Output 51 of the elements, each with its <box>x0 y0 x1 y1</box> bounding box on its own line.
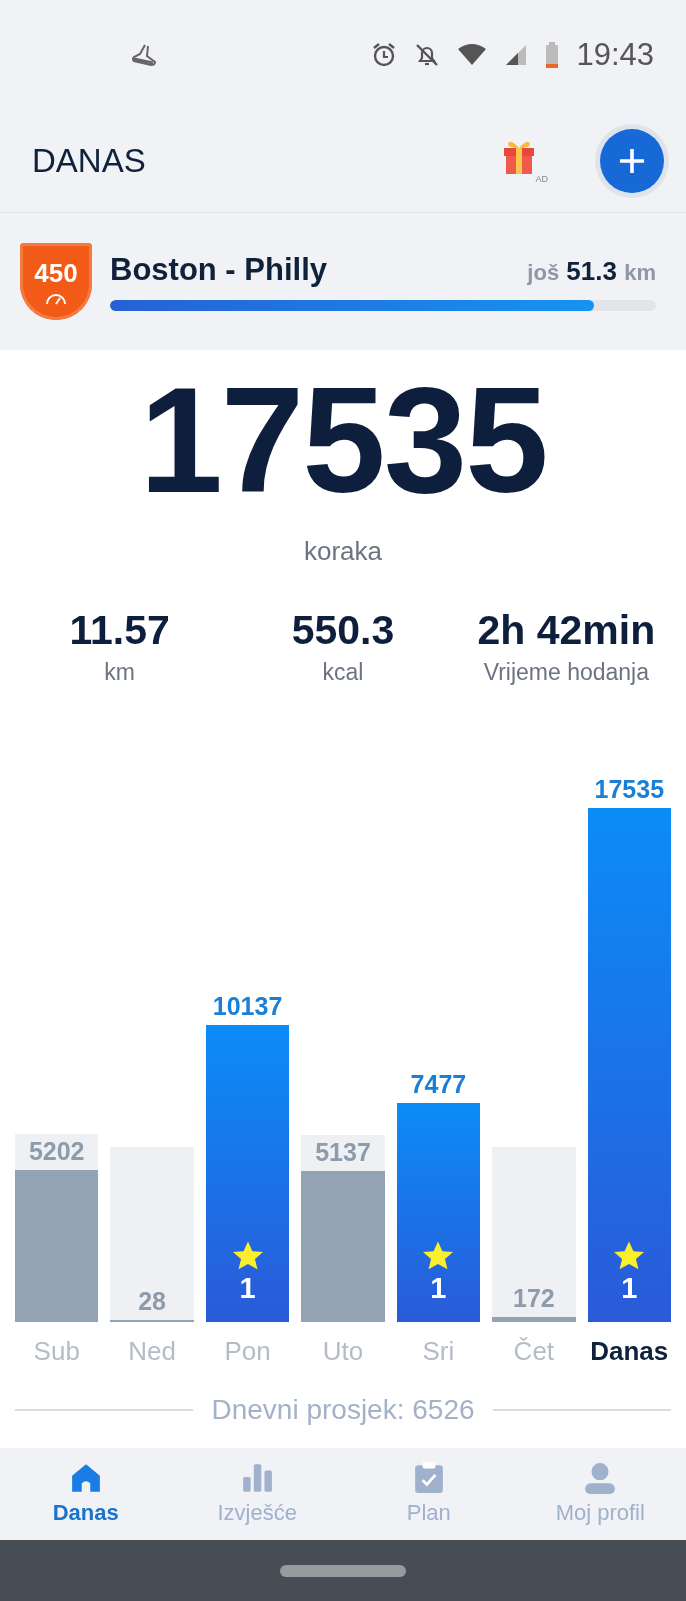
page-title: DANAS <box>32 142 147 180</box>
level-badge: 450 <box>20 243 92 320</box>
step-value: 172 <box>513 1282 555 1313</box>
battery-icon <box>545 42 560 68</box>
ad-label: AD <box>535 174 548 184</box>
challenge-title: Boston - Philly <box>110 252 327 288</box>
star-count: 1 <box>430 1272 447 1304</box>
day-label[interactable]: Sri <box>396 1336 481 1366</box>
stat-value: 2h 42min <box>477 610 656 650</box>
home-icon <box>69 1462 102 1494</box>
step-value: 17535 <box>594 774 665 804</box>
stat-value: 550.3 <box>291 610 395 650</box>
remaining-distance: još 51.3 km <box>527 256 656 287</box>
bar-chart-icon <box>241 1462 274 1494</box>
day-label[interactable]: Pon <box>205 1336 290 1366</box>
nav-tab[interactable]: Plan <box>343 1448 515 1540</box>
star-count: 1 <box>239 1272 256 1304</box>
stat-label: km <box>104 658 135 686</box>
shoe-icon <box>131 44 157 66</box>
star-icon <box>612 1240 647 1272</box>
step-value: 5137 <box>315 1137 371 1168</box>
daily-average: Dnevni prosjek: 6526 <box>211 1395 475 1425</box>
stat-label: kcal <box>322 658 364 686</box>
star-icon <box>421 1240 456 1272</box>
day-label[interactable]: Čet <box>492 1336 576 1366</box>
star-count: 1 <box>621 1272 638 1304</box>
day-label[interactable]: Ned <box>110 1336 194 1366</box>
nav-tab[interactable]: Izvješće <box>171 1448 343 1540</box>
person-icon <box>584 1462 617 1494</box>
stat-label: Vrijeme hodanja <box>483 658 649 686</box>
nav-tab[interactable]: Moj profil <box>514 1448 686 1540</box>
clipboard-check-icon <box>412 1462 445 1494</box>
gauge-icon <box>45 293 67 305</box>
gift-ad-icon[interactable]: AD <box>502 138 548 184</box>
clock-time: 19:43 <box>576 37 654 73</box>
day-label[interactable]: Uto <box>301 1336 385 1366</box>
step-value: 7477 <box>410 1068 467 1099</box>
plus-icon <box>618 147 646 175</box>
step-count: 17535 <box>138 365 548 515</box>
step-value: 28 <box>138 1286 167 1316</box>
day-label[interactable]: Sub <box>15 1336 99 1366</box>
wifi-icon <box>457 43 488 67</box>
day-label[interactable]: Danas <box>587 1336 671 1366</box>
star-icon <box>230 1240 265 1272</box>
home-indicator[interactable] <box>280 1564 406 1577</box>
step-unit: koraka <box>302 535 383 567</box>
stat-value: 11.57 <box>69 610 170 650</box>
nav-tab[interactable]: Danas <box>0 1448 172 1540</box>
signal-icon <box>504 43 529 67</box>
step-value: 5202 <box>28 1135 85 1166</box>
step-value: 10137 <box>212 990 283 1021</box>
